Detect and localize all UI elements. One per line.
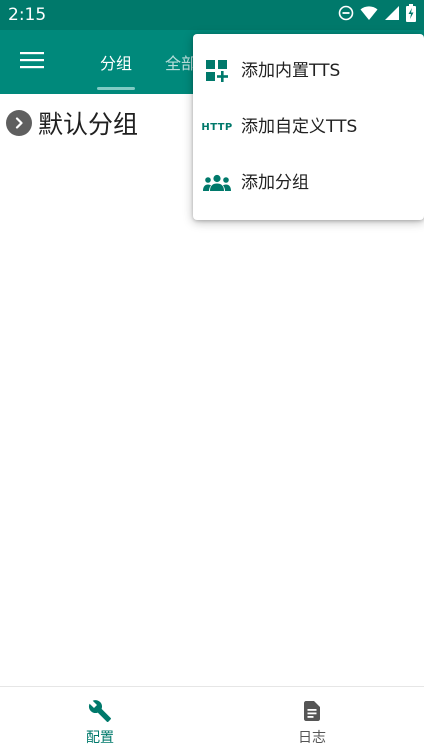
- nav-item-config[interactable]: 配置: [0, 687, 212, 754]
- menu-item-label: 添加内置TTS: [241, 61, 341, 81]
- wifi-icon: [360, 5, 378, 25]
- people-group-icon: [203, 169, 231, 197]
- document-icon: [300, 699, 324, 723]
- tab-groups-label: 分组: [100, 54, 133, 73]
- nav-label-log: 日志: [298, 730, 326, 746]
- status-bar: 2:15: [0, 0, 424, 30]
- battery-icon: [406, 4, 416, 26]
- tab-groups[interactable]: 分组: [100, 30, 132, 94]
- popup-menu: 添加内置TTS HTTP 添加自定义TTS 添加分组: [193, 34, 424, 220]
- grid-add-icon: [203, 57, 231, 85]
- menu-item-add-custom-tts[interactable]: HTTP 添加自定义TTS: [193, 99, 424, 155]
- status-icons: [338, 4, 416, 26]
- menu-button[interactable]: [12, 42, 52, 82]
- menu-item-label: 添加自定义TTS: [241, 117, 358, 137]
- do-not-disturb-icon: [338, 5, 354, 25]
- tab-indicator: [97, 87, 135, 90]
- bottom-nav: 配置 日志: [0, 686, 424, 754]
- group-header-default[interactable]: 默认分组: [6, 106, 138, 140]
- http-icon-text: HTTP: [201, 121, 233, 133]
- status-time: 2:15: [8, 5, 47, 25]
- hamburger-menu-icon: [20, 51, 44, 73]
- menu-item-add-group[interactable]: 添加分组: [193, 155, 424, 211]
- nav-item-log[interactable]: 日志: [212, 687, 424, 754]
- http-icon: HTTP: [201, 113, 233, 141]
- group-title: 默认分组: [38, 110, 139, 139]
- nav-label-config: 配置: [86, 730, 114, 746]
- menu-item-add-builtin-tts[interactable]: 添加内置TTS: [193, 43, 424, 99]
- menu-item-label: 添加分组: [241, 173, 309, 193]
- chevron-right-icon[interactable]: [6, 110, 32, 136]
- wrench-icon: [88, 699, 112, 723]
- cell-signal-icon: [384, 5, 400, 25]
